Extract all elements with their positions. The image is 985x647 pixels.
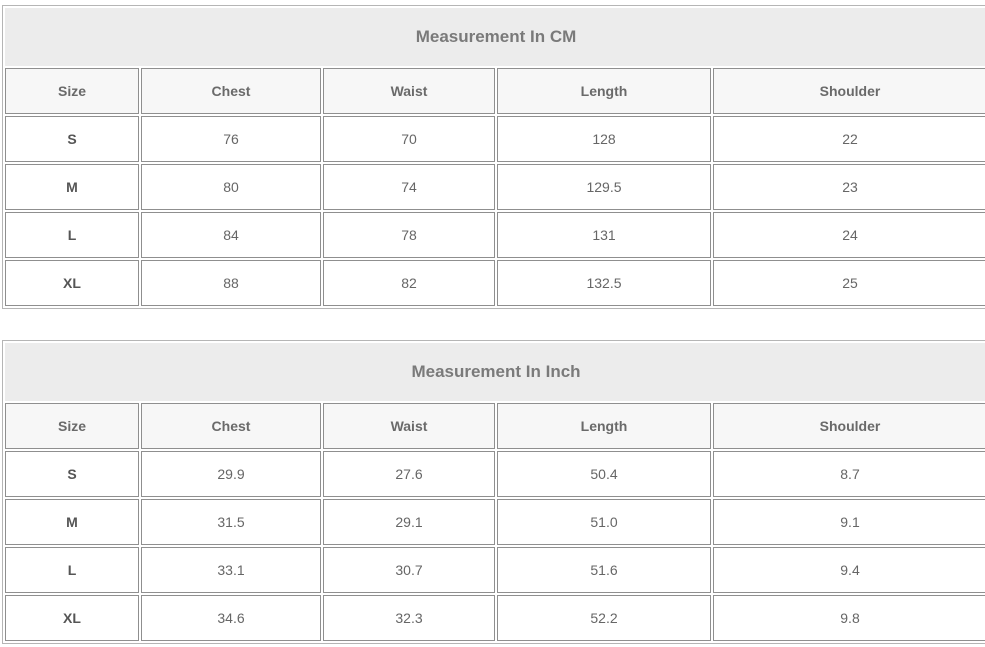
size-cell: M [5, 499, 139, 545]
length-cell: 129.5 [497, 164, 711, 210]
table-title-row: Measurement In Inch [5, 343, 985, 401]
table-header-row: Size Chest Waist Length Shoulder [5, 68, 985, 114]
waist-cell: 27.6 [323, 451, 495, 497]
shoulder-cell: 9.8 [713, 595, 985, 641]
waist-cell: 78 [323, 212, 495, 258]
header-length: Length [497, 403, 711, 449]
header-chest: Chest [141, 403, 321, 449]
waist-cell: 82 [323, 260, 495, 306]
shoulder-cell: 25 [713, 260, 985, 306]
header-size: Size [5, 403, 139, 449]
table-title-row: Measurement In CM [5, 8, 985, 66]
header-waist: Waist [323, 403, 495, 449]
shoulder-cell: 23 [713, 164, 985, 210]
size-cell: S [5, 451, 139, 497]
waist-cell: 29.1 [323, 499, 495, 545]
size-cell: S [5, 116, 139, 162]
chest-cell: 84 [141, 212, 321, 258]
shoulder-cell: 22 [713, 116, 985, 162]
table-row: M 31.5 29.1 51.0 9.1 [5, 499, 985, 545]
size-cell: XL [5, 260, 139, 306]
size-cell: L [5, 212, 139, 258]
chest-cell: 88 [141, 260, 321, 306]
shoulder-cell: 8.7 [713, 451, 985, 497]
length-cell: 51.0 [497, 499, 711, 545]
size-cell: M [5, 164, 139, 210]
length-cell: 132.5 [497, 260, 711, 306]
length-cell: 128 [497, 116, 711, 162]
length-cell: 51.6 [497, 547, 711, 593]
waist-cell: 74 [323, 164, 495, 210]
chest-cell: 76 [141, 116, 321, 162]
waist-cell: 30.7 [323, 547, 495, 593]
waist-cell: 70 [323, 116, 495, 162]
header-shoulder: Shoulder [713, 403, 985, 449]
chest-cell: 34.6 [141, 595, 321, 641]
length-cell: 131 [497, 212, 711, 258]
chest-cell: 80 [141, 164, 321, 210]
chest-cell: 29.9 [141, 451, 321, 497]
size-cell: L [5, 547, 139, 593]
table-row: L 33.1 30.7 51.6 9.4 [5, 547, 985, 593]
size-cell: XL [5, 595, 139, 641]
header-waist: Waist [323, 68, 495, 114]
shoulder-cell: 9.4 [713, 547, 985, 593]
header-chest: Chest [141, 68, 321, 114]
table-row: S 29.9 27.6 50.4 8.7 [5, 451, 985, 497]
chest-cell: 31.5 [141, 499, 321, 545]
size-chart-cm-table: Measurement In CM Size Chest Waist Lengt… [2, 5, 985, 309]
shoulder-cell: 9.1 [713, 499, 985, 545]
size-chart-inch-table: Measurement In Inch Size Chest Waist Len… [2, 340, 985, 644]
table-title: Measurement In Inch [5, 343, 985, 401]
length-cell: 50.4 [497, 451, 711, 497]
waist-cell: 32.3 [323, 595, 495, 641]
table-row: XL 88 82 132.5 25 [5, 260, 985, 306]
table-title: Measurement In CM [5, 8, 985, 66]
table-header-row: Size Chest Waist Length Shoulder [5, 403, 985, 449]
table-row: XL 34.6 32.3 52.2 9.8 [5, 595, 985, 641]
table-row: M 80 74 129.5 23 [5, 164, 985, 210]
table-row: S 76 70 128 22 [5, 116, 985, 162]
header-length: Length [497, 68, 711, 114]
chest-cell: 33.1 [141, 547, 321, 593]
header-size: Size [5, 68, 139, 114]
shoulder-cell: 24 [713, 212, 985, 258]
table-row: L 84 78 131 24 [5, 212, 985, 258]
length-cell: 52.2 [497, 595, 711, 641]
header-shoulder: Shoulder [713, 68, 985, 114]
